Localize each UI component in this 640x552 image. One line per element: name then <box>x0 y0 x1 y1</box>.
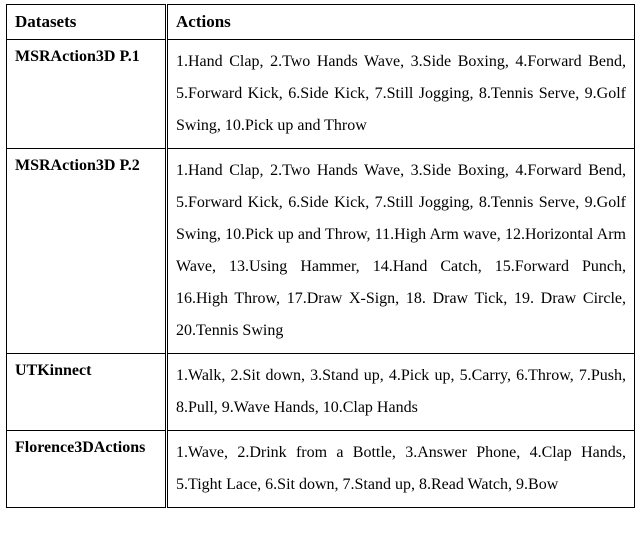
header-actions: Actions <box>167 5 635 40</box>
dataset-cell: UTKinnect <box>7 354 167 431</box>
table-row: MSRAction3D P.1 1.Hand Clap, 2.Two Hands… <box>7 40 635 149</box>
table-row: MSRAction3D P.2 1.Hand Clap, 2.Two Hands… <box>7 149 635 354</box>
dataset-actions-table: Datasets Actions MSRAction3D P.1 1.Hand … <box>6 4 635 508</box>
dataset-cell: Florence3DActions <box>7 431 167 508</box>
table-row: Florence3DActions 1.Wave, 2.Drink from a… <box>7 431 635 508</box>
dataset-cell: MSRAction3D P.1 <box>7 40 167 149</box>
dataset-cell: MSRAction3D P.2 <box>7 149 167 354</box>
actions-cell: 1.Walk, 2.Sit down, 3.Stand up, 4.Pick u… <box>167 354 635 431</box>
actions-cell: 1.Hand Clap, 2.Two Hands Wave, 3.Side Bo… <box>167 149 635 354</box>
header-datasets: Datasets <box>7 5 167 40</box>
actions-cell: 1.Wave, 2.Drink from a Bottle, 3.Answer … <box>167 431 635 508</box>
table-row: UTKinnect 1.Walk, 2.Sit down, 3.Stand up… <box>7 354 635 431</box>
table-header-row: Datasets Actions <box>7 5 635 40</box>
actions-cell: 1.Hand Clap, 2.Two Hands Wave, 3.Side Bo… <box>167 40 635 149</box>
